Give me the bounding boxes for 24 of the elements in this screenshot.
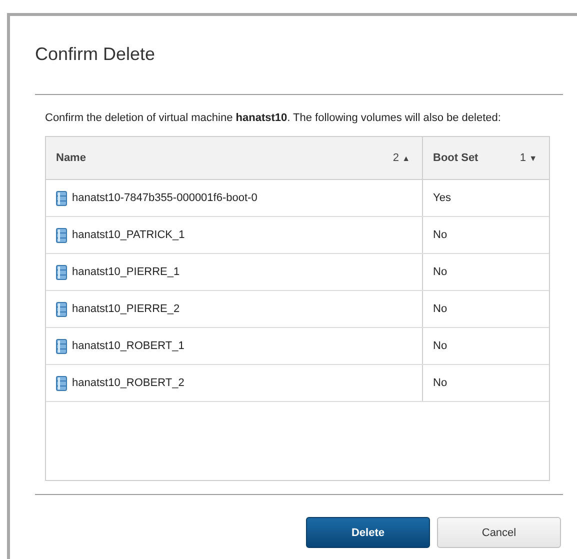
boot-set-value: No [433,303,448,315]
dialog-title: Confirm Delete [35,43,156,65]
volume-name: hanatst10_PIERRE_2 [72,303,180,315]
delete-button[interactable]: Delete [306,517,430,548]
volume-icon [56,376,67,390]
volume-icon [56,228,67,242]
confirmation-message: Confirm the deletion of virtual machine hanatst10. The following volumes will also be deleted: [45,111,502,125]
boot-set-value: No [433,229,448,241]
volume-icon [56,190,67,206]
volume-name: hanatst10_PIERRE_1 [72,266,180,278]
boot-set-value: No [433,377,448,389]
volume-name: hanatst10-7847b355-000001f6-boot-0 [72,192,258,204]
cancel-button[interactable]: Cancel [437,517,561,548]
boot-set-value: No [433,266,448,278]
boot-set-value: No [433,340,448,352]
column-header[interactable]: Name 2 ▲ [46,137,423,179]
column-header[interactable]: Boot Set 1 ▼ [423,137,549,179]
volume-name: hanatst10_ROBERT_2 [72,377,184,389]
volume-name: hanatst10_ROBERT_1 [72,340,184,352]
volume-name: hanatst10_PATRICK_1 [72,229,185,241]
boot-set-value: Yes [433,192,451,204]
volume-icon [56,264,67,280]
volume-icon [56,338,67,354]
volume-icon [56,302,67,316]
